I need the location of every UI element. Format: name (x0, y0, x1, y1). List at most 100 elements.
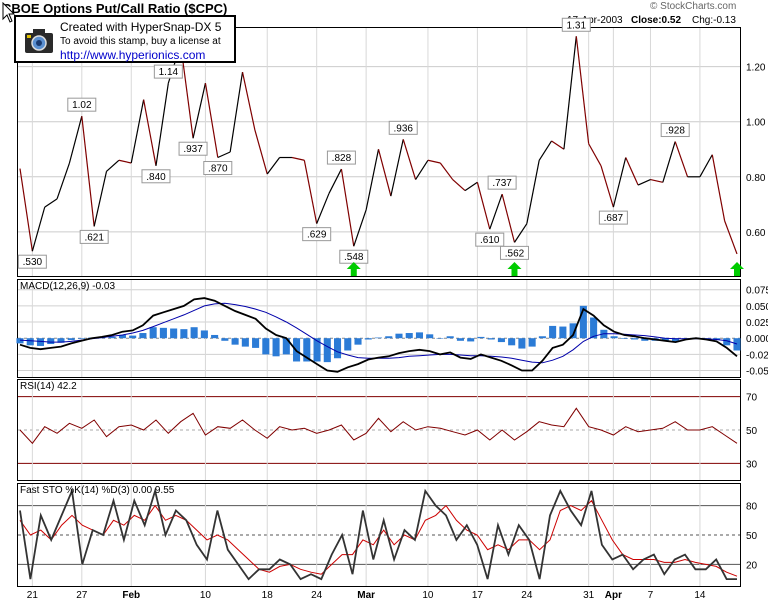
macd-hist-bar (252, 338, 260, 348)
price-segment (19, 168, 33, 252)
macd-y-tick: 0.075 (746, 286, 768, 297)
macd-hist-bar (528, 338, 536, 347)
price-segment (291, 156, 305, 161)
price-annotation: .629 (307, 230, 327, 241)
macd-hist-bar (508, 338, 516, 346)
macd-hist-bar (180, 329, 188, 339)
price-segment (452, 179, 466, 192)
macd-hist-bar (129, 335, 137, 339)
x-tick-label: 14 (694, 590, 706, 601)
rsi-line (19, 407, 738, 445)
price-segment (340, 168, 355, 247)
macd-y-tick: 0.000 (746, 334, 768, 345)
macd-hist-bar (231, 338, 239, 345)
x-tick-label: 31 (583, 590, 595, 601)
price-segment (93, 171, 108, 227)
macd-hist-bar (549, 325, 557, 339)
header-chg: Chg:-0.13 (692, 15, 736, 26)
price-segment (155, 83, 169, 166)
macd-hist-bar (415, 332, 424, 339)
stamp-line2: To avoid this stamp, buy a license at (60, 36, 221, 47)
stamp-link[interactable]: http://www.hyperionics.com (60, 48, 205, 62)
price-segment (563, 36, 577, 150)
price-segment (662, 141, 676, 183)
macd-label: MACD(12,26,9) -0.03 (20, 281, 115, 292)
price-annotation: .928 (665, 126, 685, 137)
macd-hist-bar (620, 338, 628, 339)
x-tick-label: 7 (648, 590, 654, 601)
camera-icon (25, 29, 53, 53)
price-segment (328, 168, 342, 194)
price-y-tick: 1.00 (746, 118, 766, 129)
x-tick-label: 24 (521, 590, 533, 601)
price-segment (143, 99, 157, 166)
y-axis-labels: 0.60 0.80 1.00 1.20 0.075 0.050 0.025 0.000 -0.0… (746, 63, 768, 572)
rsi-y-tick: 70 (746, 393, 758, 404)
macd-title: MACD(12,26,9) (20, 281, 89, 292)
macd-hist-bar (139, 333, 147, 339)
price-segment (600, 165, 614, 208)
buy-signal-arrow-icon (346, 262, 361, 276)
stoch-y-tick: 50 (746, 531, 758, 542)
macd-panel-frame (17, 279, 741, 378)
price-segment (588, 143, 602, 167)
price-y-tick: 0.60 (746, 228, 766, 239)
x-tick-label: Feb (122, 590, 140, 601)
macd-y-tick: -0.050 (746, 367, 768, 378)
price-annotation: .530 (23, 257, 43, 268)
hypersnap-stamp: Created with HyperSnap-DX 5 To avoid thi… (14, 15, 236, 63)
macd-line (19, 297, 738, 373)
buy-signal-arrow-icon (507, 262, 522, 276)
macd-hist-bar (405, 333, 413, 339)
macd-hist-bar (323, 338, 331, 363)
macd-hist-bar (395, 333, 403, 339)
price-segment (575, 36, 590, 144)
macd-hist-bar (344, 338, 352, 351)
price-segment (316, 193, 330, 224)
x-tick-label: 27 (76, 590, 88, 601)
macd-hist-bar (518, 338, 526, 349)
price-segment (513, 223, 528, 243)
buy-signal-arrow-icon (730, 262, 744, 276)
macd-plot (16, 297, 741, 373)
macd-hist-bar (467, 338, 475, 342)
price-annotation: .548 (344, 252, 364, 263)
rsi-y-tick: 50 (746, 426, 758, 437)
price-segment (402, 139, 417, 180)
rsi-plot (19, 407, 738, 445)
macd-hist-bar (610, 336, 618, 339)
price-segment (130, 99, 145, 164)
rsi-label: RSI(14) 42.2 (20, 381, 77, 392)
price-y-tick: 0.80 (746, 173, 766, 184)
rsi-value: 42.2 (57, 381, 77, 392)
price-segment (81, 116, 95, 227)
macd-hist-bar (538, 336, 546, 339)
price-segment (229, 71, 244, 153)
macd-hist-bar (333, 338, 342, 359)
macd-hist-bar (241, 338, 249, 347)
macd-hist-bar (16, 338, 24, 344)
price-annotation: 1.02 (72, 100, 92, 111)
price-segment (390, 139, 404, 197)
price-segment (303, 160, 318, 224)
price-segment (31, 206, 46, 252)
price-segment (637, 179, 651, 186)
price-annotation: .621 (84, 232, 104, 243)
macd-y-tick: 0.025 (746, 318, 768, 329)
macd-hist-bar (456, 338, 464, 341)
price-segment (56, 162, 71, 200)
macd-y-tick: -0.025 (746, 350, 768, 361)
macd-hist-bar (272, 338, 280, 357)
macd-hist-bar (149, 327, 157, 339)
x-tick-label: 17 (472, 590, 484, 601)
macd-hist-bar (221, 338, 229, 341)
price-segment (538, 140, 553, 161)
macd-hist-bar (159, 327, 167, 339)
stamp-line1: Created with HyperSnap-DX 5 (60, 20, 222, 34)
grid-lines (18, 28, 740, 586)
macd-hist-bar (36, 338, 45, 346)
macd-hist-bar (170, 328, 178, 339)
macd-hist-bar (733, 338, 741, 351)
price-segment (464, 181, 478, 192)
macd-value: -0.03 (92, 281, 115, 292)
